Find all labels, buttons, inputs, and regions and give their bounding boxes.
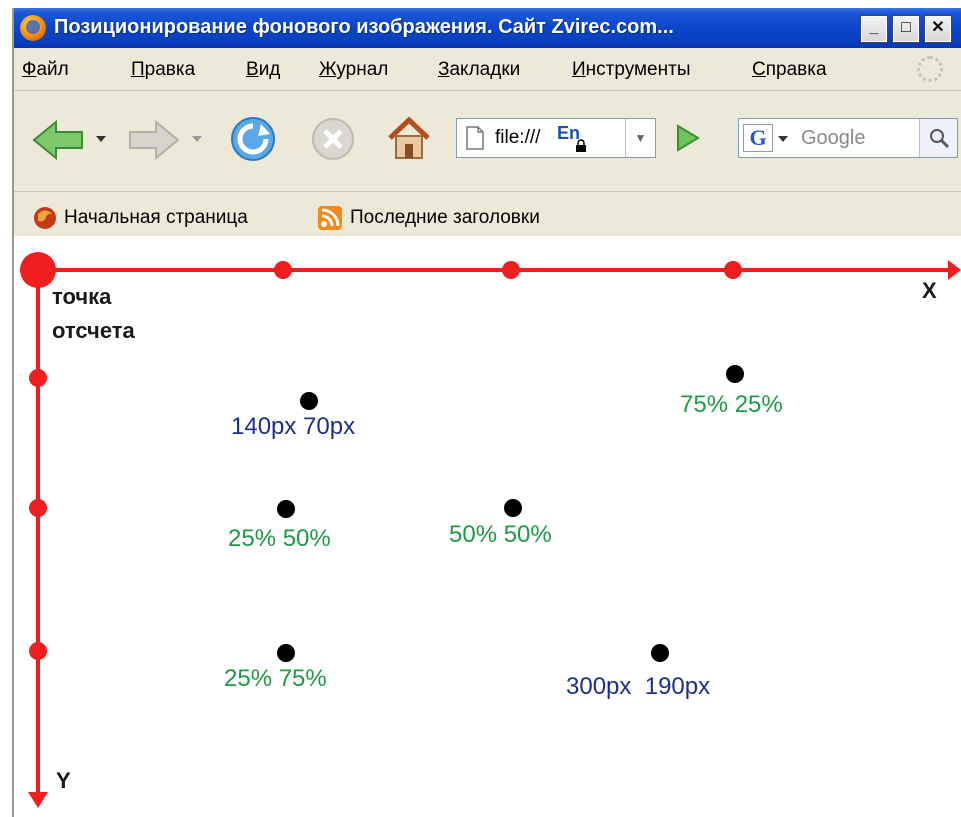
- firefox-app-icon: [20, 15, 46, 41]
- x-axis-arrowhead: [948, 260, 961, 280]
- page-content: точка отсчета X Y 140px 70px 75% 25% 25%…: [12, 236, 961, 817]
- position-point-25-50: [277, 500, 295, 518]
- rss-feed-icon: [318, 206, 342, 230]
- menu-edit-label: равка: [144, 59, 196, 80]
- search-engine-dropdown-icon[interactable]: [777, 133, 789, 145]
- origin-marker: [20, 252, 56, 288]
- title-bar[interactable]: Позиционирование фонового изображения. С…: [14, 8, 961, 48]
- x-axis-tick: [502, 261, 520, 279]
- search-input[interactable]: Google: [801, 127, 866, 150]
- position-label-140px-70px: 140px 70px: [231, 413, 355, 440]
- y-axis-tick: [29, 642, 47, 660]
- search-engine-selector[interactable]: G: [743, 124, 773, 152]
- y-axis-arrowhead: [28, 792, 48, 808]
- x-axis-label: X: [922, 278, 937, 303]
- menu-tools-label: нструменты: [585, 59, 691, 80]
- go-icon[interactable]: [670, 120, 704, 156]
- y-axis-tick: [29, 499, 47, 517]
- close-button[interactable]: ✕: [924, 15, 952, 43]
- search-button[interactable]: [919, 119, 957, 157]
- search-bar[interactable]: G Google: [738, 118, 958, 158]
- position-label-50-50: 50% 50%: [449, 521, 552, 548]
- lock-icon: [576, 139, 586, 152]
- reload-icon[interactable]: [228, 114, 278, 164]
- menu-file-accesskey: Ф: [22, 59, 37, 80]
- positioning-diagram: точка отсчета X Y 140px 70px 75% 25% 25%…: [20, 252, 961, 808]
- menu-history-label: урнал: [336, 59, 389, 80]
- y-axis-label: Y: [56, 768, 71, 793]
- home-icon[interactable]: [384, 112, 434, 162]
- menu-bookmarks-accesskey: З: [438, 59, 450, 80]
- address-text[interactable]: file:///: [495, 127, 540, 149]
- menu-view-accesskey: В: [246, 59, 259, 80]
- menu-file[interactable]: Файл: [22, 59, 69, 81]
- back-dropdown-icon[interactable]: [94, 132, 108, 146]
- forward-dropdown-icon[interactable]: [190, 132, 204, 146]
- position-label-75-25: 75% 25%: [680, 391, 783, 418]
- menu-file-label: айл: [36, 59, 69, 80]
- menu-history-accesskey: Ж: [319, 59, 337, 80]
- menu-edit-accesskey: П: [131, 59, 145, 80]
- page-icon: [466, 126, 484, 150]
- x-axis-tick: [724, 261, 742, 279]
- bookmark-latest-headlines[interactable]: Последние заголовки: [350, 207, 540, 229]
- magnifier-icon: [930, 129, 950, 149]
- position-point-300px-190px: [651, 644, 669, 662]
- position-label-25-75: 25% 75%: [224, 665, 327, 692]
- menu-help[interactable]: Справка: [752, 59, 827, 81]
- position-point-75-25: [726, 365, 744, 383]
- menu-edit[interactable]: Правка: [131, 59, 195, 81]
- menu-bookmarks-label: акладки: [449, 59, 521, 80]
- firefox-bookmark-icon: [34, 207, 56, 229]
- bookmark-home-page[interactable]: Начальная страница: [64, 207, 248, 229]
- address-bar[interactable]: file:/// En ▼: [456, 118, 656, 158]
- x-axis-tick: [274, 261, 292, 279]
- forward-arrow-icon[interactable]: [126, 118, 182, 162]
- menu-bookmarks[interactable]: Закладки: [438, 59, 520, 81]
- address-dropdown-button[interactable]: ▼: [625, 119, 655, 157]
- stop-icon[interactable]: [310, 116, 356, 162]
- menu-help-label: правка: [765, 59, 827, 80]
- menu-bar: Файл Правка Вид Журнал Закладки Инструме…: [14, 48, 961, 91]
- menu-view[interactable]: Вид: [246, 59, 280, 81]
- menu-history[interactable]: Журнал: [319, 59, 388, 81]
- origin-label-line2: отсчета: [52, 318, 136, 343]
- menu-view-label: ид: [258, 59, 281, 80]
- position-point-25-75: [277, 644, 295, 662]
- back-arrow-icon[interactable]: [30, 118, 86, 162]
- menu-tools-accesskey: И: [572, 59, 586, 80]
- navigation-toolbar: file:/// En ▼ G Google: [14, 92, 961, 192]
- y-axis-tick: [29, 369, 47, 387]
- menu-tools[interactable]: Инструменты: [572, 59, 690, 81]
- menu-help-accesskey: С: [752, 59, 766, 80]
- position-label-300px-190px: 300px 190px: [566, 673, 710, 700]
- maximize-button[interactable]: □: [892, 15, 920, 43]
- position-point-140px-70px: [300, 392, 318, 410]
- position-label-25-50: 25% 50%: [228, 525, 331, 552]
- position-point-50-50: [504, 499, 522, 517]
- origin-label-line1: точка: [52, 284, 112, 309]
- throbber-icon: [917, 56, 943, 82]
- minimize-button[interactable]: _: [860, 15, 888, 43]
- window-title: Позиционирование фонового изображения. С…: [54, 16, 674, 38]
